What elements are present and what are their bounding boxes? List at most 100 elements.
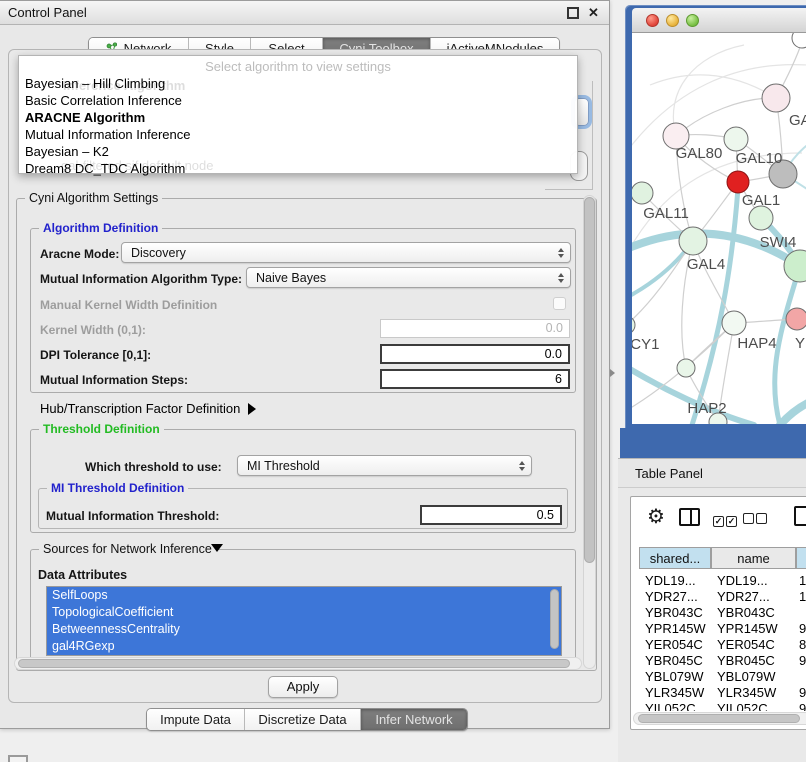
node-unlabeled[interactable] — [792, 33, 806, 48]
node-gal11[interactable] — [632, 182, 653, 204]
aracne-mode-combo[interactable]: Discovery — [121, 242, 571, 263]
hub-definition-expander[interactable]: Hub/Transcription Factor Definition — [40, 401, 256, 416]
network-canvas[interactable]: GAL GAL80 GAL10 GAL1 GAL11 SWI4 GAL4 GCY… — [632, 33, 806, 424]
dpi-tolerance-label: DPI Tolerance [0,1]: — [40, 348, 151, 362]
minimize-traffic-light-icon[interactable] — [666, 14, 679, 27]
node-hap2[interactable] — [677, 359, 695, 377]
close-traffic-light-icon[interactable] — [646, 14, 659, 27]
attr-item-topologicalcoefficient[interactable]: TopologicalCoefficient — [47, 604, 561, 621]
combo-arrows-icon — [519, 461, 525, 471]
which-threshold-combo[interactable]: MI Threshold — [237, 455, 532, 476]
settings-vscrollbar-thumb[interactable] — [584, 197, 595, 563]
table-row[interactable]: YBR043C YBR043C — [639, 605, 806, 621]
column-header-shared-name[interactable]: shared... — [639, 547, 711, 569]
tab-impute-data[interactable]: Impute Data — [147, 709, 245, 730]
float-window-icon[interactable] — [567, 7, 579, 19]
tab-impute-data-label: Impute Data — [160, 712, 231, 727]
mi-steps-label: Mutual Information Steps: — [40, 373, 188, 387]
node-label: GAL11 — [643, 205, 689, 222]
algorithm-prompt: Select algorithm to view settings — [19, 59, 577, 74]
node-salmon[interactable] — [786, 308, 806, 330]
zoom-traffic-light-icon[interactable] — [686, 14, 699, 27]
table-row[interactable]: YDR27... YDR27... 12 — [639, 589, 806, 605]
minimized-panel-icon[interactable] — [8, 755, 28, 762]
attr-item-selfloops[interactable]: SelfLoops — [47, 587, 561, 604]
node-label: GAL10 — [736, 150, 783, 167]
node-label: GAL — [789, 112, 806, 129]
close-icon[interactable]: ✕ — [588, 7, 600, 19]
table-row[interactable]: YPR145W YPR145W 9. — [639, 621, 806, 637]
node-label: SWI4 — [760, 234, 797, 251]
attr-item-betweennesscentrality[interactable]: BetweennessCentrality — [47, 621, 561, 638]
list-scrollbar-thumb[interactable] — [550, 589, 559, 649]
node-label: HAP4 — [737, 335, 776, 352]
mi-steps-field[interactable]: 6 — [380, 369, 570, 389]
tab-infer-network-label: Infer Network — [375, 712, 452, 727]
data-attributes-label: Data Attributes — [38, 568, 127, 582]
algo-option-bayesian-k2[interactable]: Bayesian – K2 — [19, 143, 577, 160]
node-gal-partial[interactable] — [762, 84, 790, 112]
column-header-label: name — [737, 551, 770, 566]
node-hap4[interactable] — [722, 311, 746, 335]
column-header-label: shared... — [650, 551, 701, 566]
algo-option-mutual-information[interactable]: Mutual Information Inference — [19, 126, 577, 143]
table-row[interactable]: YLR345W YLR345W 9. — [639, 685, 806, 701]
table-panel-body: ⚙ ✓✓ shared... name A YDL19... YDL19 — [618, 488, 806, 762]
control-panel-titlebar: Control Panel ✕ — [0, 1, 609, 25]
algorithm-dropdown-popup: Select algorithm to view settings Infere… — [18, 55, 578, 174]
algo-option-aracne[interactable]: ARACNE Algorithm — [19, 109, 577, 126]
deselect-all-checkboxes-icon[interactable] — [743, 511, 769, 529]
aracne-mode-label: Aracne Mode: — [40, 247, 119, 261]
node-label: GAL80 — [676, 145, 723, 162]
screen: Control Panel ✕ Network Style — [0, 0, 806, 762]
tab-discretize-data[interactable]: Discretize Data — [245, 709, 361, 730]
manual-kernel-checkbox[interactable] — [553, 297, 566, 310]
node-gal1-red[interactable] — [727, 171, 749, 193]
split-columns-icon[interactable] — [679, 508, 700, 526]
table-hscrollbar-thumb[interactable] — [638, 714, 800, 723]
group-title-mi-threshold: MI Threshold Definition — [47, 481, 188, 495]
group-title-algorithm-definition: Algorithm Definition — [39, 221, 162, 235]
algo-option-basic-correlation[interactable]: Basic Correlation Inference — [19, 92, 577, 109]
table-row[interactable]: YBL079W YBL079W — [639, 669, 806, 685]
algo-option-bayesian-hill-climbing[interactable]: Bayesian – Hill Climbing — [19, 75, 577, 92]
collapse-arrow-icon[interactable] — [211, 544, 223, 552]
column-header-partial[interactable]: A — [796, 547, 806, 569]
gear-icon[interactable]: ⚙ — [647, 504, 665, 529]
table-panel-title: Table Panel — [635, 466, 703, 481]
node-gal10[interactable] — [724, 127, 748, 151]
table-hscrollbar-track[interactable] — [633, 712, 806, 725]
table-row[interactable]: YIL052C YIL052C 9. — [639, 701, 806, 711]
new-table-icon[interactable] — [794, 506, 806, 526]
node-swi4[interactable] — [749, 206, 773, 230]
node-label: GAL4 — [687, 256, 725, 273]
table-row[interactable]: YDL19... YDL19... 13 — [639, 573, 806, 589]
node-gal4[interactable] — [679, 227, 707, 255]
combo-arrows-icon — [558, 248, 564, 258]
hub-definition-label: Hub/Transcription Factor Definition — [40, 401, 240, 416]
mi-threshold-field[interactable]: 0.5 — [420, 505, 562, 525]
settings-hscrollbar-thumb[interactable] — [18, 659, 570, 668]
tab-infer-network[interactable]: Infer Network — [361, 709, 467, 730]
combo-arrows-icon — [558, 273, 564, 283]
column-header-name[interactable]: name — [711, 547, 796, 569]
manual-kernel-label: Manual Kernel Width Definition — [40, 298, 217, 312]
kernel-width-field[interactable]: 0.0 — [380, 319, 570, 338]
panel-title: Control Panel — [8, 5, 87, 20]
hidden-groupbox-border — [545, 189, 593, 190]
table-row[interactable]: YER054C YER054C 8. — [639, 637, 806, 653]
group-title-sources: Sources for Network Inference — [39, 542, 216, 556]
node-label: GAL1 — [742, 192, 780, 209]
node-label: HAP2 — [687, 400, 726, 417]
attr-item-gal4rgexp[interactable]: gal4RGexp — [47, 638, 561, 655]
select-all-checkboxes-icon[interactable]: ✓✓ — [713, 511, 739, 529]
mi-type-combo[interactable]: Naive Bayes — [246, 267, 571, 288]
apply-button[interactable]: Apply — [268, 676, 338, 698]
bottom-tabbar: Impute Data Discretize Data Infer Networ… — [146, 708, 468, 731]
dpi-tolerance-field[interactable]: 0.0 — [380, 344, 570, 364]
mi-type-value: Naive Bayes — [256, 271, 326, 285]
algo-option-dream8[interactable]: Dream8 DC_TDC Algorithm — [19, 160, 577, 177]
network-window-titlebar[interactable] — [632, 8, 806, 33]
table-row[interactable]: YBR045C YBR045C 9. — [639, 653, 806, 669]
splitter-collapse-icon[interactable] — [610, 369, 615, 377]
